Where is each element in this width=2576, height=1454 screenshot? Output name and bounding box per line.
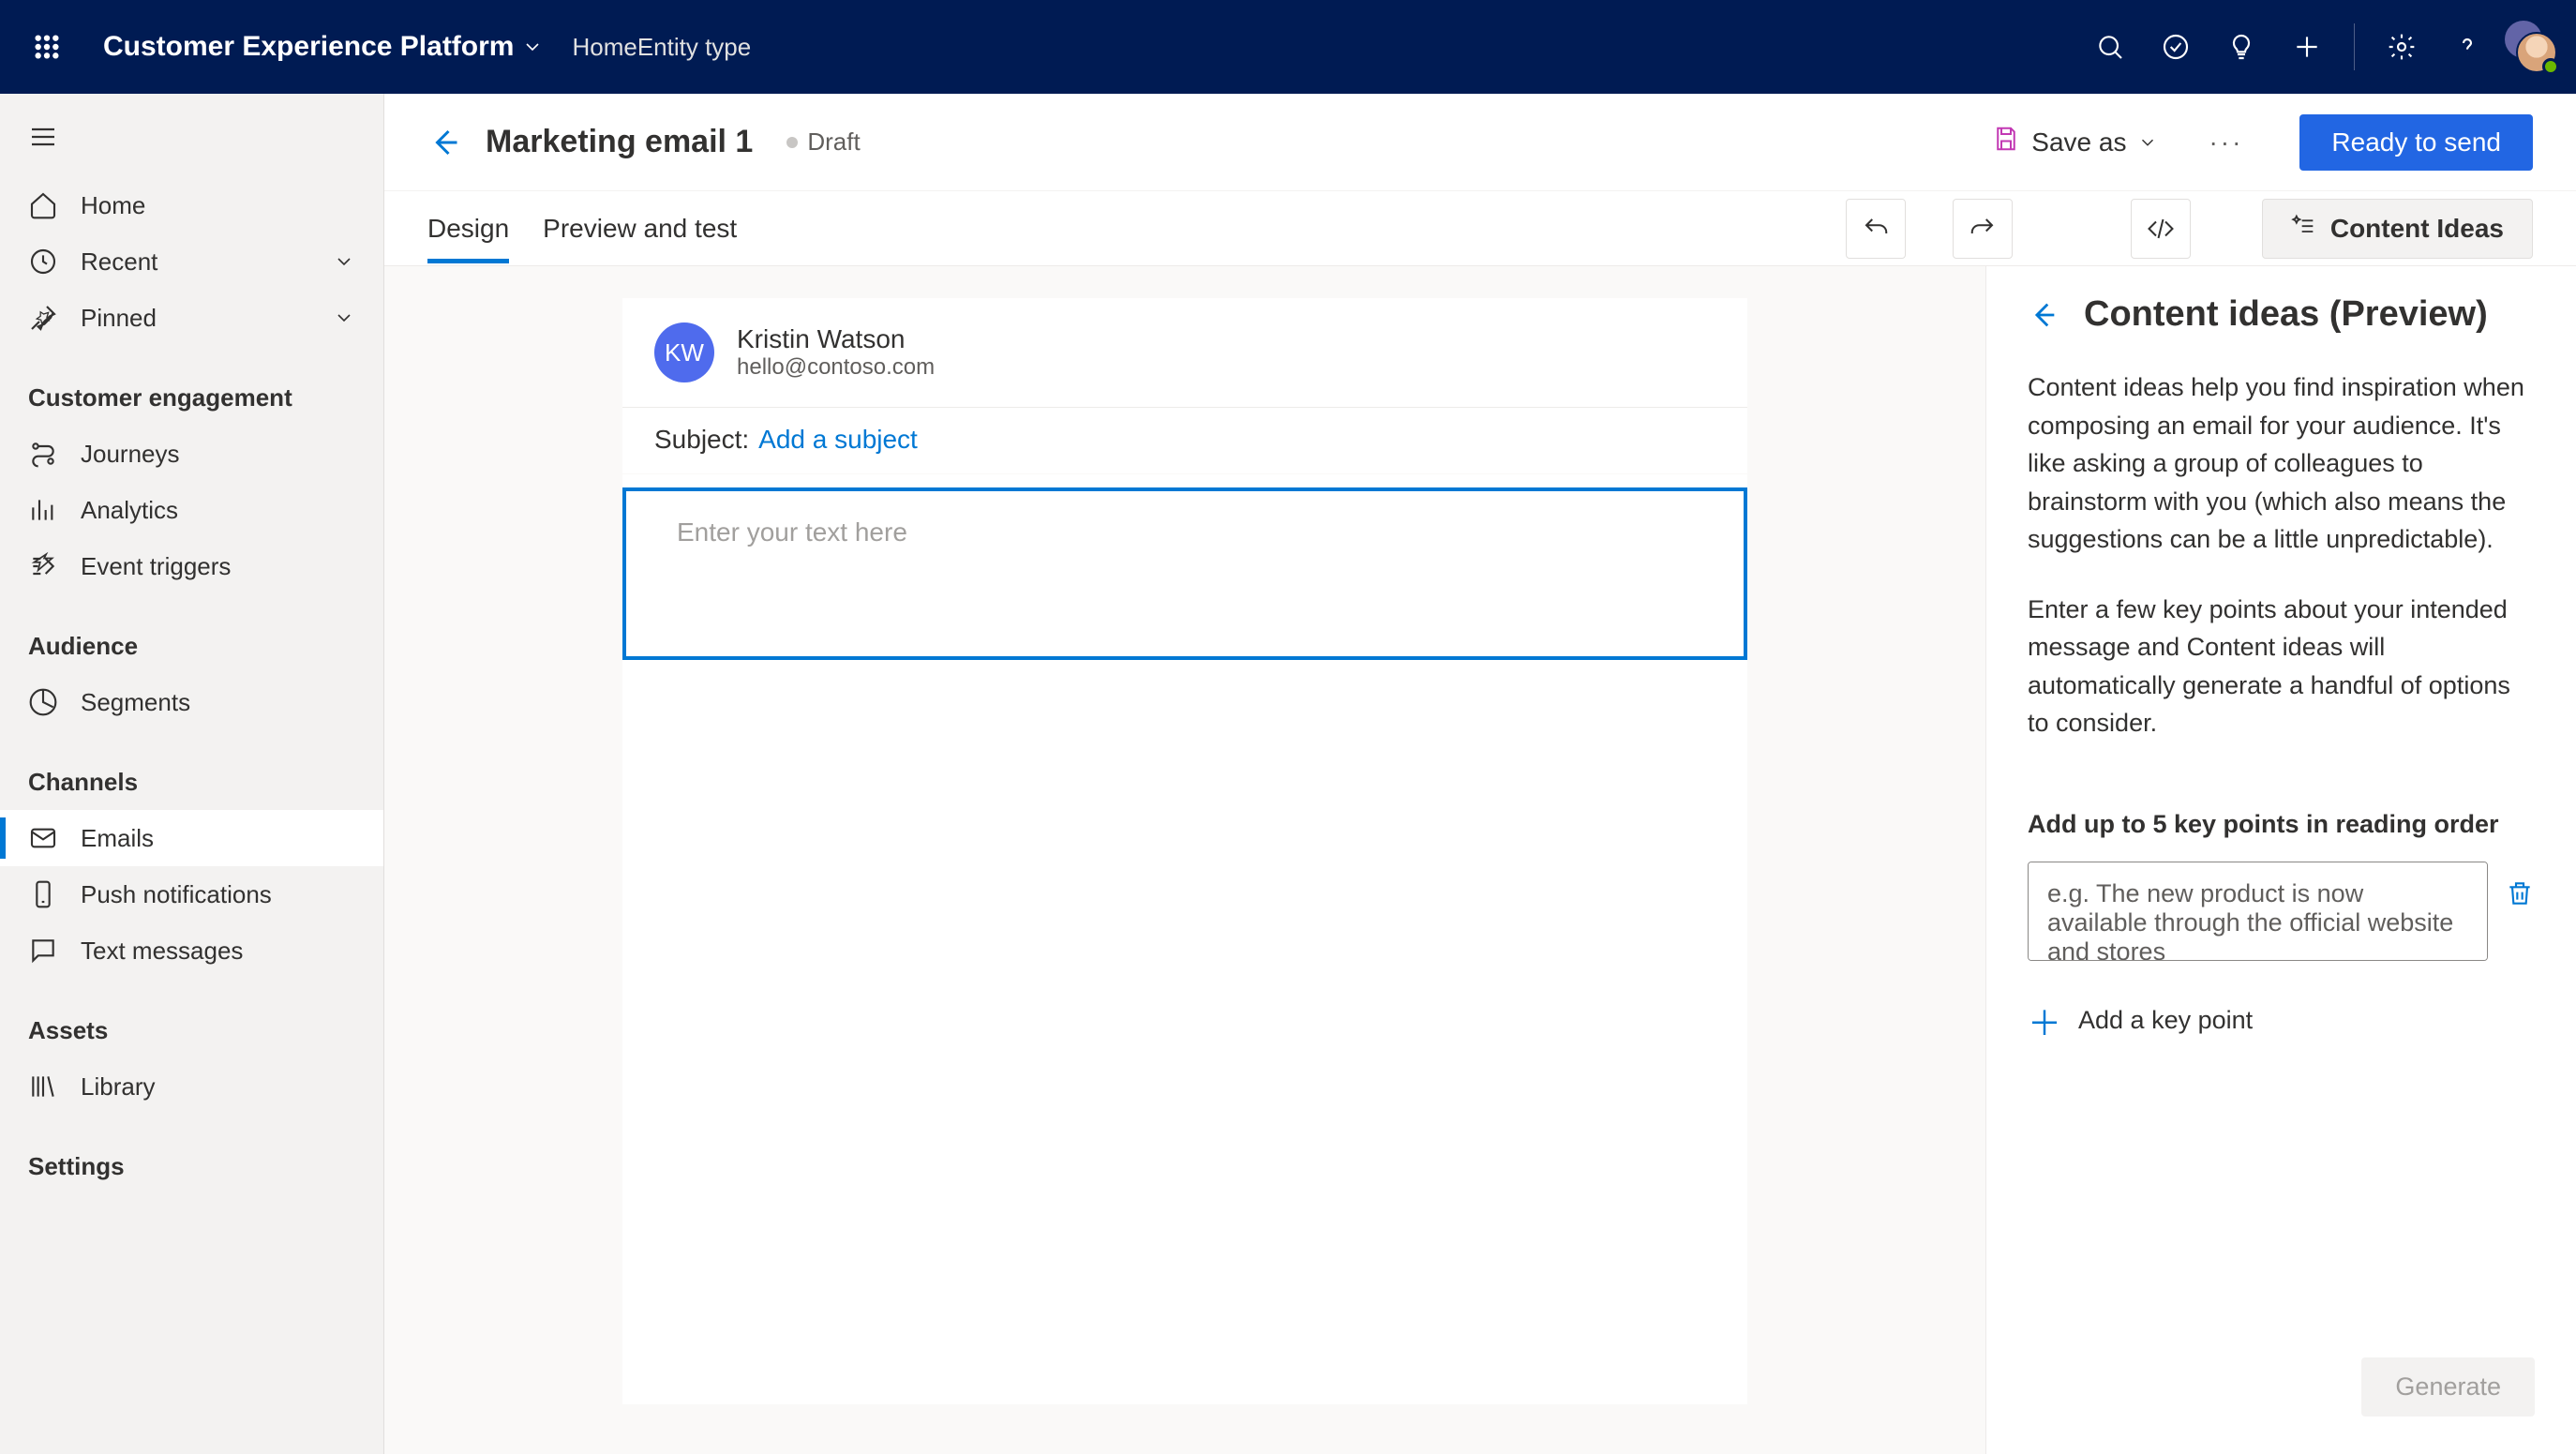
journey-icon [28, 439, 58, 469]
email-icon [28, 823, 58, 853]
user-avatar[interactable] [2505, 21, 2557, 73]
sidebar-item-label: Pinned [81, 304, 157, 333]
sidebar-toggle-icon[interactable] [0, 111, 383, 177]
sidebar-section-engagement: Customer engagement [0, 346, 383, 426]
back-icon[interactable] [427, 126, 461, 159]
content-ideas-label: Content Ideas [2330, 214, 2504, 244]
subject-label: Subject: [654, 425, 749, 455]
breadcrumb[interactable]: HomeEntity type [572, 33, 751, 62]
sidebar-item-label: Journeys [81, 440, 180, 469]
sender-row: KW Kristin Watson hello@contoso.com [622, 298, 1747, 408]
save-icon [1992, 125, 2020, 159]
search-icon[interactable] [2082, 19, 2138, 75]
panel-description-1: Content ideas help you find inspiration … [2028, 368, 2535, 559]
email-canvas: KW Kristin Watson hello@contoso.com Subj… [384, 266, 1985, 1454]
sidebar-item-analytics[interactable]: Analytics [0, 482, 383, 538]
sidebar-item-recent[interactable]: Recent [0, 233, 383, 290]
task-checkmark-icon[interactable] [2148, 19, 2204, 75]
tab-design[interactable]: Design [427, 195, 509, 262]
chevron-down-icon [2137, 132, 2158, 153]
sparkle-list-icon [2291, 212, 2317, 245]
sidebar-item-label: Text messages [81, 937, 243, 966]
sidebar-item-label: Home [81, 191, 145, 220]
app-title-label: Customer Experience Platform [103, 31, 514, 63]
library-icon [28, 1072, 58, 1102]
settings-gear-icon[interactable] [2374, 19, 2430, 75]
sidebar-item-label: Library [81, 1072, 155, 1102]
add-key-point-button[interactable]: ＋ Add a key point [2028, 989, 2535, 1053]
sidebar-item-text-messages[interactable]: Text messages [0, 922, 383, 979]
sidebar-item-journeys[interactable]: Journeys [0, 426, 383, 482]
panel-description-2: Enter a few key points about your intend… [2028, 591, 2535, 742]
segments-icon [28, 687, 58, 717]
generate-button[interactable]: Generate [2361, 1357, 2535, 1417]
lightbulb-icon[interactable] [2213, 19, 2269, 75]
sender-avatar: KW [654, 322, 714, 382]
chevron-down-icon [333, 307, 355, 329]
key-point-input[interactable] [2028, 862, 2488, 961]
key-points-heading: Add up to 5 key points in reading order [2028, 810, 2535, 839]
status-badge: Draft [786, 127, 860, 157]
sidebar-item-label: Event triggers [81, 552, 231, 581]
sidebar-item-segments[interactable]: Segments [0, 674, 383, 730]
panel-title: Content ideas (Preview) [2084, 294, 2488, 335]
app-launcher-icon[interactable] [19, 19, 75, 75]
page-title: Marketing email 1 [486, 124, 753, 160]
sidebar-item-label: Recent [81, 247, 157, 277]
more-actions-button[interactable]: ··· [2194, 127, 2258, 157]
sidebar-item-label: Emails [81, 824, 154, 853]
add-icon[interactable] [2279, 19, 2335, 75]
plus-icon: ＋ [2028, 997, 2061, 1045]
sidebar-section-settings: Settings [0, 1115, 383, 1194]
sidebar-section-assets: Assets [0, 979, 383, 1058]
sidebar-item-emails[interactable]: Emails [0, 810, 383, 866]
sidebar-item-library[interactable]: Library [0, 1058, 383, 1115]
sidebar-item-label: Analytics [81, 496, 178, 525]
redo-button[interactable] [1953, 199, 2013, 259]
sidebar-item-label: Segments [81, 688, 190, 717]
save-as-button[interactable]: Save as [1981, 117, 2169, 167]
sidebar-section-channels: Channels [0, 730, 383, 810]
status-label: Draft [807, 127, 860, 157]
sms-icon [28, 936, 58, 966]
presence-indicator [2542, 58, 2559, 75]
undo-button[interactable] [1846, 199, 1906, 259]
sender-email: hello@contoso.com [737, 354, 935, 381]
pin-icon [28, 303, 58, 333]
sidebar-item-event-triggers[interactable]: Event triggers [0, 538, 383, 594]
code-view-button[interactable] [2131, 199, 2191, 259]
sidebar-item-home[interactable]: Home [0, 177, 383, 233]
sender-name: Kristin Watson [737, 324, 935, 354]
panel-back-icon[interactable] [2028, 299, 2059, 331]
clock-icon [28, 247, 58, 277]
content-ideas-button[interactable]: Content Ideas [2262, 199, 2533, 259]
app-title-dropdown[interactable]: Customer Experience Platform [103, 31, 544, 63]
save-as-label: Save as [2031, 127, 2126, 157]
analytics-icon [28, 495, 58, 525]
chevron-down-icon [333, 250, 355, 273]
add-key-point-label: Add a key point [2078, 1006, 2253, 1035]
sidebar-item-pinned[interactable]: Pinned [0, 290, 383, 346]
email-body-editor[interactable]: Enter your text here [622, 487, 1747, 660]
delete-key-point-icon[interactable] [2505, 862, 2535, 911]
push-icon [28, 879, 58, 909]
sidebar-section-audience: Audience [0, 594, 383, 674]
sidebar-item-label: Push notifications [81, 880, 272, 909]
home-icon [28, 190, 58, 220]
add-subject-link[interactable]: Add a subject [758, 425, 918, 455]
trigger-icon [28, 551, 58, 581]
help-icon[interactable] [2439, 19, 2495, 75]
tab-preview-and-test[interactable]: Preview and test [543, 195, 737, 262]
ready-to-send-button[interactable]: Ready to send [2299, 114, 2533, 171]
sidebar-item-push[interactable]: Push notifications [0, 866, 383, 922]
